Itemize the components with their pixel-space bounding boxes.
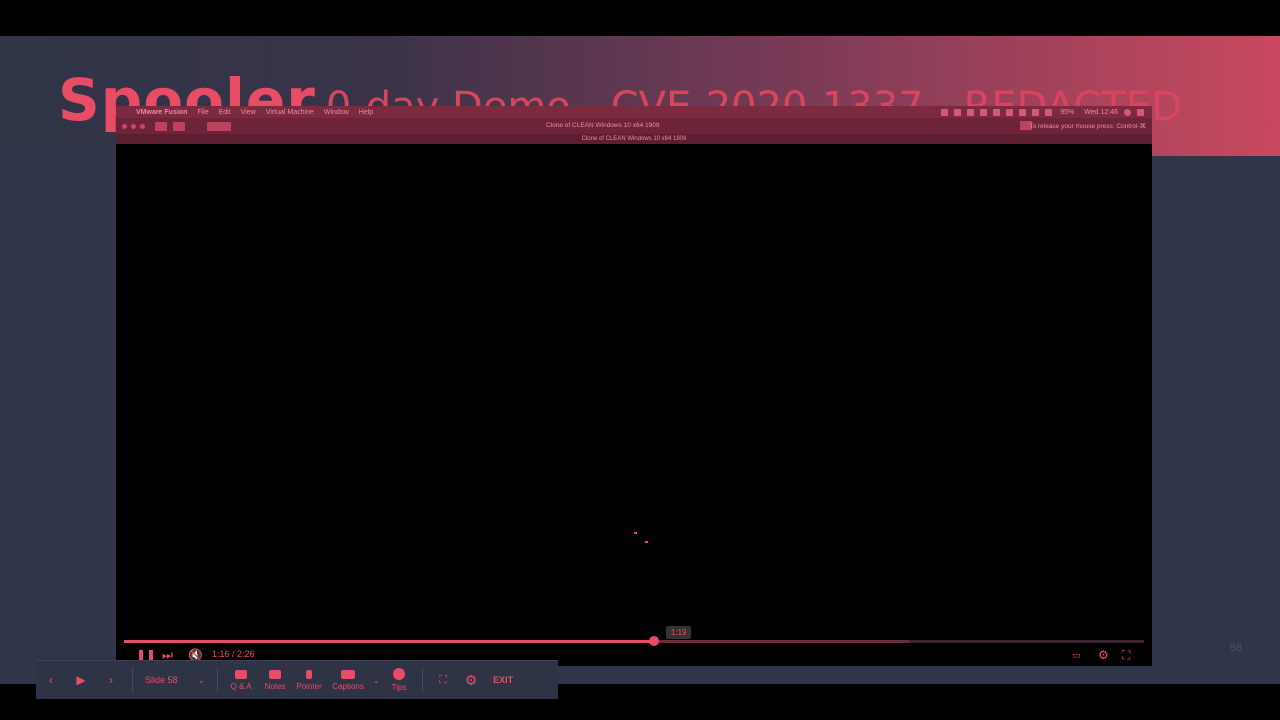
divider	[217, 668, 219, 692]
video-frame[interactable]: VMware Fusion File Edit View Virtual Mac…	[116, 106, 1152, 630]
prev-slide-button[interactable]: ‹	[36, 673, 66, 687]
window-controls	[122, 123, 145, 129]
progress-bar[interactable]: 1:19	[124, 626, 1144, 646]
next-slide-button[interactable]: ›	[96, 673, 126, 687]
divider	[422, 668, 424, 692]
qa-button[interactable]: Q & A	[224, 669, 258, 691]
close-icon	[122, 123, 127, 129]
status-icon	[1032, 108, 1040, 116]
battery-percent: 95%	[1060, 108, 1075, 116]
status-icon	[954, 108, 962, 116]
vm-release-hint: To release your mouse press: Control-⌘	[1029, 123, 1146, 130]
mouse-cursor-dot	[645, 541, 648, 543]
status-icon	[1006, 108, 1014, 116]
menu-edit: Edit	[218, 108, 231, 116]
menu-file: File	[197, 108, 209, 116]
slide-selector-label: Slide 58	[145, 675, 178, 685]
fullscreen-toggle-icon[interactable]: ⛶	[429, 674, 457, 687]
slide-selector[interactable]: Slide 58 ⌄	[139, 675, 211, 686]
exit-button[interactable]: EXIT	[493, 675, 513, 685]
menu-window: Window	[323, 108, 349, 116]
mac-menubar: VMware Fusion File Edit View Virtual Mac…	[116, 106, 1152, 118]
vm-library-icon	[155, 121, 167, 131]
hover-time-tooltip: 1:19	[665, 626, 692, 639]
time-display: 1:16 / 2:26	[212, 649, 255, 659]
chevron-down-icon: ⌄	[197, 674, 206, 685]
status-icon	[980, 108, 988, 116]
tips-label: Tips	[391, 683, 407, 692]
vm-snapshot-icon	[173, 121, 185, 131]
captions-button[interactable]: ▭	[1072, 650, 1081, 661]
tips-button[interactable]: Tips	[382, 668, 416, 692]
minimize-icon	[131, 123, 136, 129]
zoom-icon	[140, 123, 145, 129]
vm-toolbar: Clone of CLEAN Windows 10 x64 1909 To re…	[116, 118, 1152, 134]
search-icon	[1124, 108, 1131, 116]
pointer-button[interactable]: Pointer	[292, 669, 326, 691]
progress-played	[124, 640, 655, 643]
vm-subtitle-bar: Clone of CLEAN Windows 10 x64 1909	[116, 134, 1152, 144]
lightning-icon	[306, 669, 313, 679]
status-icon	[941, 108, 949, 116]
pointer-label: Pointer	[296, 681, 322, 691]
notes-label: Notes	[264, 681, 286, 691]
settings-icon[interactable]: ⚙	[457, 672, 485, 689]
cc-icon	[341, 669, 356, 679]
vm-settings-icon	[207, 121, 231, 131]
menu-view: View	[240, 108, 256, 116]
chat-icon	[235, 669, 248, 679]
wifi-icon	[1045, 108, 1053, 116]
mouse-cursor-dot	[634, 532, 637, 534]
divider	[132, 668, 133, 692]
notes-button[interactable]: Notes	[258, 669, 292, 691]
menu-app-name: VMware Fusion	[136, 108, 188, 116]
status-icon	[967, 108, 975, 116]
menubar-clock: Wed 12:46	[1084, 108, 1118, 116]
qa-label: Q & A	[230, 681, 252, 691]
vm-window-title: Clone of CLEAN Windows 10 x64 1909	[546, 122, 660, 129]
status-icon	[1019, 108, 1027, 116]
progress-handle[interactable]	[649, 636, 660, 646]
captions-label: Captions	[332, 681, 364, 691]
menu-virtual-machine: Virtual Machine	[265, 108, 314, 116]
settings-gear-icon[interactable]: ⚙	[1098, 648, 1109, 662]
notes-icon	[269, 669, 282, 679]
presentation-toolbar: ‹ ▶ › Slide 58 ⌄ Q & A Notes Pointer Cap…	[36, 660, 558, 699]
slide-page-number: 58	[1229, 642, 1242, 654]
fullscreen-button[interactable]: ⛶	[1122, 648, 1130, 663]
status-icon	[993, 108, 1001, 116]
captions-toggle-button[interactable]: Captions	[326, 669, 370, 691]
play-slide-button[interactable]: ▶	[66, 673, 96, 687]
captions-dropdown[interactable]: ⌄	[370, 676, 382, 685]
info-icon	[393, 668, 406, 680]
menu-help: Help	[358, 108, 374, 116]
control-center-icon	[1137, 108, 1144, 116]
menubar-status-area: 95% Wed 12:46	[941, 108, 1152, 116]
